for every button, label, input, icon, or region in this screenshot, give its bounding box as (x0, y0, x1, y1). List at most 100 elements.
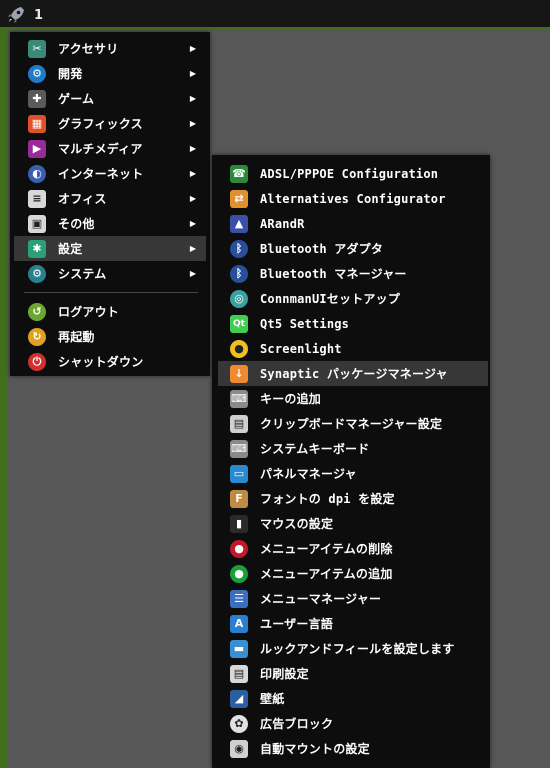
settings-item[interactable]: ◉ 自動マウントの設定 (218, 736, 488, 761)
settings-item[interactable]: ◎ ConnmanUIセットアップ (218, 286, 488, 311)
session-item-label: シャットダウン (58, 355, 144, 369)
settings-item[interactable]: ⌨ システムキーボード (218, 436, 488, 461)
menu-item-label: アクセサリ (58, 42, 119, 56)
menu-item-label: インターネット (58, 167, 144, 181)
settings-item[interactable]: ᛒ Bluetooth アダプタ (218, 236, 488, 261)
settings-item[interactable]: ↓ Synaptic パッケージマネージャ (218, 361, 488, 386)
menu-item-label: グラフィックス (58, 117, 143, 131)
reboot-icon: ↻ (28, 327, 46, 346)
bluetooth-icon: ᛒ (230, 239, 248, 258)
session-item[interactable]: ↺ ログアウト (14, 299, 206, 324)
menu-separator (24, 292, 198, 293)
menu-item[interactable]: ⚙ 開発 ▶ (14, 61, 206, 86)
settings-item-label: システムキーボード (260, 442, 370, 456)
menu-item[interactable]: ▦ グラフィックス ▶ (14, 111, 206, 136)
settings-item[interactable]: ᛒ Bluetooth マネージャー (218, 261, 488, 286)
menu-item-label: ゲーム (58, 92, 95, 106)
menu-item[interactable]: ✚ ゲーム ▶ (14, 86, 206, 111)
settings-item-label: クリップボードマネージャー設定 (260, 417, 443, 431)
mouse-icon: ▮ (230, 514, 248, 533)
gamepad-icon: ✚ (28, 89, 46, 108)
menu-item-label: 開発 (58, 67, 83, 81)
settings-item[interactable]: ● Screenlight (218, 336, 488, 361)
submenu-arrow-icon: ▶ (189, 94, 196, 103)
session-item-label: 再起動 (58, 330, 95, 344)
other-toolbox-icon: ▣ (28, 214, 46, 233)
menu-item[interactable]: ✂ アクセサリ ▶ (14, 36, 206, 61)
menu-item[interactable]: ◐ インターネット ▶ (14, 161, 206, 186)
settings-item[interactable]: ▤ 印刷設定 (218, 661, 488, 686)
session-item-label: ログアウト (58, 305, 120, 319)
keyboard-icon: ⌨ (230, 389, 248, 408)
settings-item[interactable]: ▮ マウスの設定 (218, 511, 488, 536)
submenu-arrow-icon: ▶ (189, 144, 196, 153)
shutdown-icon: ⏻ (28, 352, 46, 371)
settings-item[interactable]: ⇄ Alternatives Configurator (218, 186, 488, 211)
menu-item[interactable]: ▶ マルチメディア ▶ (14, 136, 206, 161)
settings-item[interactable]: ◢ 壁紙 (218, 686, 488, 711)
synaptic-download-icon: ↓ (230, 364, 248, 383)
submenu-arrow-icon: ▶ (189, 244, 196, 253)
settings-item[interactable]: Qt Qt5 Settings (218, 311, 488, 336)
settings-item[interactable]: ▬ ルックアンドフィールを設定します (218, 636, 488, 661)
submenu-arrow-icon: ▶ (189, 169, 196, 178)
menu-item[interactable]: ✱ 設定 ▶ (14, 236, 206, 261)
automount-icon: ◉ (230, 739, 248, 758)
menu-item-label: その他 (58, 217, 95, 231)
settings-item[interactable]: ✿ 広告ブロック (218, 711, 488, 736)
session-item[interactable]: ↻ 再起動 (14, 324, 206, 349)
settings-submenu: ☎ ADSL/PPPOE Configuration ⇄ Alternatives C… (212, 155, 490, 768)
connman-icon: ◎ (230, 289, 248, 308)
settings-item-label: ユーザー言語 (260, 617, 333, 631)
settings-item[interactable]: ▤ クリップボードマネージャー設定 (218, 411, 488, 436)
menu-item-label: システム (58, 267, 107, 281)
menu-item[interactable]: ▣ その他 ▶ (14, 211, 206, 236)
arandr-wizard-icon: ▲ (230, 214, 248, 233)
settings-item[interactable]: ▭ パネルマネージャ (218, 461, 488, 486)
settings-item-label: メニューアイテムの追加 (260, 567, 393, 581)
user-language-icon: A (230, 614, 248, 633)
settings-item-label: Bluetooth アダプタ (260, 242, 384, 256)
internet-globe-icon: ◐ (28, 164, 46, 183)
lightbulb-icon: ● (230, 339, 248, 358)
adsl-phone-icon: ☎ (230, 164, 248, 183)
settings-item[interactable]: ☎ ADSL/PPPOE Configuration (218, 161, 488, 186)
session-item[interactable]: ⏻ シャットダウン (14, 349, 206, 374)
menu-item[interactable]: ⚙ システム ▶ (14, 261, 206, 286)
settings-item[interactable]: F フォントの dpi を設定 (218, 486, 488, 511)
qt-icon: Qt (230, 314, 248, 333)
look-and-feel-icon: ▬ (230, 639, 248, 658)
settings-item-label: Screenlight (260, 341, 342, 356)
font-icon: F (230, 489, 248, 508)
settings-item-label: ADSL/PPPOE Configuration (260, 166, 439, 181)
settings-item-label: 印刷設定 (260, 667, 309, 681)
menu-item-label: マルチメディア (58, 142, 143, 156)
submenu-arrow-icon: ▶ (189, 69, 196, 78)
settings-item-label: キーの追加 (260, 392, 322, 406)
settings-item[interactable]: ● メニューアイテムの削除 (218, 536, 488, 561)
settings-item-label: マウスの設定 (260, 517, 334, 531)
settings-item[interactable]: A ユーザー言語 (218, 611, 488, 636)
settings-item[interactable]: ⌨ キーの追加 (218, 386, 488, 411)
settings-item-label: Alternatives Configurator (260, 191, 446, 206)
multimedia-play-icon: ▶ (28, 139, 46, 158)
settings-item-label: Qt5 Settings (260, 316, 350, 331)
settings-item-label: フォントの dpi を設定 (260, 492, 395, 506)
desktop-number[interactable]: 1 (34, 8, 43, 23)
menu-item-label: オフィス (58, 192, 107, 206)
panel-icon: ▭ (230, 464, 248, 483)
wallpaper-icon: ◢ (230, 689, 248, 708)
submenu-arrow-icon: ▶ (189, 194, 196, 203)
application-menu: ✂ アクセサリ ▶ ⚙ 開発 ▶ ✚ ゲーム ▶ ▦ グラフィックス ▶ ▶ マルチメディア ▶ ◐ インターネ… (10, 32, 210, 376)
menu-item[interactable]: ≡ オフィス ▶ (14, 186, 206, 211)
settings-item[interactable]: ☰ メニューマネージャー (218, 586, 488, 611)
adblock-icon: ✿ (230, 714, 248, 733)
settings-item[interactable]: ▲ ARandR (218, 211, 488, 236)
office-document-icon: ≡ (28, 189, 46, 208)
menu-add-icon: ● (230, 564, 248, 583)
logout-icon: ↺ (28, 302, 46, 321)
rocket-launcher-icon[interactable] (6, 5, 26, 25)
settings-item-label: メニューマネージャー (260, 592, 382, 606)
settings-item[interactable]: ● メニューアイテムの追加 (218, 561, 488, 586)
submenu-arrow-icon: ▶ (189, 219, 196, 228)
